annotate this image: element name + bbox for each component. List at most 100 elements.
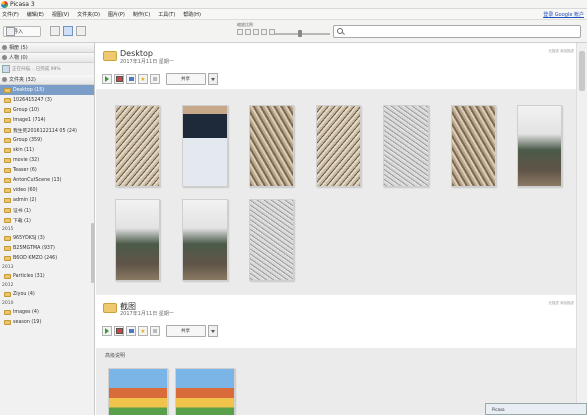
zoom-slider-knob[interactable]: [298, 30, 302, 37]
toolbar: 导入 缩放比例: [0, 20, 587, 43]
sidebar-item-folder[interactable]: 我生死2016122114 05 (24): [0, 125, 94, 135]
sidebar-item-folder[interactable]: B6OD KMZO (246): [0, 253, 94, 263]
album-title[interactable]: Desktop: [120, 49, 153, 58]
sidebar-item-folder[interactable]: Particles (31): [0, 271, 94, 281]
scrollbar-thumb[interactable]: [579, 51, 585, 91]
play-slideshow-icon[interactable]: [102, 74, 112, 84]
folder-icon: [4, 217, 11, 223]
album-caption: 高级说明: [105, 353, 126, 359]
lock-icon[interactable]: [150, 326, 160, 336]
scan-icon: [2, 65, 10, 73]
google-account-link[interactable]: 登录 Google 帐户: [543, 11, 584, 18]
movie-icon[interactable]: [126, 326, 136, 336]
share-dropdown-icon[interactable]: [208, 325, 218, 337]
folder-icon: [4, 107, 11, 113]
photo-thumbnail[interactable]: [115, 199, 160, 281]
sidebar-item-desktop[interactable]: Desktop (15): [0, 85, 94, 95]
folder-icon: [4, 127, 11, 133]
sidebar-group-folders[interactable]: 文件夹 (32): [0, 75, 94, 85]
menu-create[interactable]: 制作(C): [133, 11, 150, 18]
folder-icon: [4, 255, 11, 261]
photo-thumbnail[interactable]: [249, 105, 294, 187]
menu-file[interactable]: 文件(F): [2, 11, 19, 18]
star-icon[interactable]: [138, 326, 148, 336]
photo-thumbnail[interactable]: [517, 105, 562, 187]
sidebar-item-folder[interactable]: B25MGTMA (937): [0, 243, 94, 253]
sidebar-item-folder[interactable]: Images (4): [0, 307, 94, 317]
share-dropdown-icon[interactable]: [208, 73, 218, 85]
zoom-slider-label: 缩放比例: [237, 22, 253, 27]
sidebar-group-label: 相册 (5): [9, 45, 28, 51]
share-button[interactable]: 共享: [166, 325, 206, 337]
sidebar-group-label: 文件夹 (32): [9, 77, 36, 83]
menu-view[interactable]: 视图(V): [52, 11, 69, 18]
search-input[interactable]: [333, 25, 581, 38]
photo-thumbnail[interactable]: [108, 368, 168, 415]
year-header: 2015: [2, 226, 14, 232]
album-header-desktop: Desktop 2017年1月11日 星期一 无描述 添加描述 共享: [96, 43, 576, 85]
menu-tools[interactable]: 工具(T): [158, 11, 175, 18]
person-filter-icon[interactable]: [245, 29, 251, 35]
sidebar-item-folder[interactable]: season (19): [0, 317, 94, 327]
sidebar-item-folder[interactable]: video (60): [0, 185, 94, 195]
sidebar-item-folder[interactable]: 1026415247 (3): [0, 95, 94, 105]
photo-thumbnail[interactable]: [316, 105, 361, 187]
main-scrollbar[interactable]: [576, 43, 587, 415]
sidebar-item-folder[interactable]: 下载 (1): [0, 215, 94, 225]
photo-thumbnail[interactable]: [249, 199, 294, 281]
album-actions: 共享: [102, 325, 218, 337]
folder-icon: [4, 157, 11, 163]
menu-help[interactable]: 帮助(H): [183, 11, 201, 18]
sidebar-item-folder[interactable]: Teaser (6): [0, 165, 94, 175]
sidebar-item-folder[interactable]: Group (359): [0, 135, 94, 145]
lock-icon[interactable]: [150, 74, 160, 84]
title-bar: Picasa 3: [0, 0, 587, 9]
zoom-slider[interactable]: [275, 30, 330, 37]
album-description[interactable]: 无描述 添加描述: [548, 49, 574, 54]
collage-icon[interactable]: [114, 74, 124, 84]
play-slideshow-icon[interactable]: [102, 326, 112, 336]
sidebar-item-folder[interactable]: admin (2): [0, 195, 94, 205]
import-button[interactable]: 导入: [3, 26, 41, 37]
photo-thumbnail[interactable]: [383, 105, 429, 187]
menu-picture[interactable]: 图片(P): [108, 11, 125, 18]
sidebar-item-folder[interactable]: 965YDKSJ (3): [0, 233, 94, 243]
photo-thumbnail[interactable]: [182, 199, 228, 281]
movie-icon[interactable]: [126, 74, 136, 84]
tree-view-icon[interactable]: [76, 26, 86, 36]
photo-thumbnail[interactable]: [182, 105, 228, 187]
menu-edit[interactable]: 编辑(E): [27, 11, 44, 18]
photo-thumbnail[interactable]: [115, 105, 160, 187]
movie-filter-icon[interactable]: [253, 29, 259, 35]
search-icon: [337, 28, 343, 34]
collage-icon[interactable]: [114, 326, 124, 336]
notification-popup[interactable]: Picasa: [485, 403, 587, 415]
photo-thumbnail[interactable]: [451, 105, 496, 187]
sidebar-item-folder[interactable]: Ziyou (4): [0, 289, 94, 299]
menu-folder[interactable]: 文件夹(D): [77, 11, 100, 18]
sidebar-scrollbar[interactable]: [91, 223, 94, 283]
geo-filter-icon[interactable]: [261, 29, 267, 35]
sidebar-item-folder[interactable]: skin (11): [0, 145, 94, 155]
sidebar-item-folder[interactable]: movie (32): [0, 155, 94, 165]
folder-icon: [4, 117, 11, 123]
album-description[interactable]: 无描述 添加描述: [548, 301, 574, 306]
photo-thumbnail[interactable]: [175, 368, 235, 415]
star-icon[interactable]: [138, 74, 148, 84]
sidebar-item-folder[interactable]: Image1 (714): [0, 115, 94, 125]
share-button[interactable]: 共享: [166, 73, 206, 85]
sidebar-group-albums[interactable]: 相册 (5): [0, 43, 94, 53]
sidebar-item-folder[interactable]: Group (10): [0, 105, 94, 115]
list-view-icon[interactable]: [63, 26, 73, 36]
folder-view-icon[interactable]: [50, 26, 60, 36]
sidebar-item-folder[interactable]: 证书 (1): [0, 205, 94, 215]
sidebar-item-folder[interactable]: AntonCutScene (13): [0, 175, 94, 185]
star-filter-icon[interactable]: [237, 29, 243, 35]
folder-icon: [4, 309, 11, 315]
view-controls: [237, 29, 275, 35]
folder-icon: [4, 87, 11, 93]
sidebar-group-people[interactable]: 人物 (0): [0, 53, 94, 63]
folder-icon: [4, 177, 11, 183]
scan-status: 正在扫描... 已完成 99%: [0, 63, 94, 75]
picasa-logo-icon: [1, 0, 8, 8]
